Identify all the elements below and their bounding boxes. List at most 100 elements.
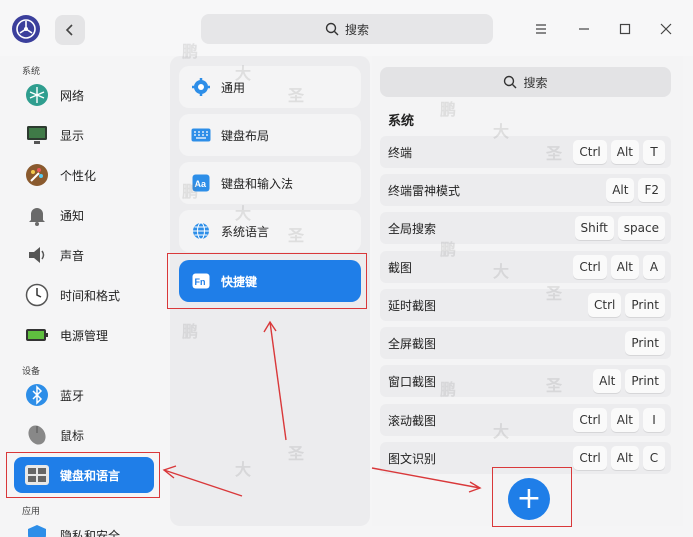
sidebar-item-privacy[interactable]: 隐私和安全 [14, 517, 154, 537]
sidebar-item-power[interactable]: 电源管理 [14, 317, 154, 353]
maximize-icon [619, 23, 631, 35]
watermark-text: 大 [493, 422, 510, 441]
shortcut-row[interactable]: 滚动截图 Ctrl Alt I [380, 404, 671, 436]
shortcut-search-input[interactable]: 搜索 [380, 67, 671, 97]
shortcut-key: F2 [638, 178, 665, 202]
display-icon [24, 122, 50, 148]
sidebar-item-label: 网络 [60, 88, 85, 103]
shortcut-key: Alt [593, 369, 622, 393]
shortcut-key: Alt [610, 140, 639, 164]
watermark-text: 大 [235, 64, 252, 83]
shortcut-key: Print [625, 293, 665, 317]
annotation-box-add [492, 467, 572, 527]
sidebar-item-network[interactable]: 网络 [14, 77, 154, 113]
shortcut-label: 全屏截图 [388, 336, 437, 351]
shortcut-key: Alt [610, 446, 639, 470]
mid-item-keyboard-layout[interactable]: 键盘布局 [179, 114, 361, 156]
watermark-text: 圣 [288, 444, 305, 463]
shortcut-row[interactable]: 全局搜索 Shift space [380, 212, 671, 244]
menu-button[interactable] [528, 16, 554, 42]
sidebar-item-label: 蓝牙 [60, 388, 85, 403]
gear-icon [191, 77, 211, 97]
shortcut-row[interactable]: 截图 Ctrl Alt A [380, 251, 671, 283]
watermark-text: 鹏 [440, 100, 457, 119]
sidebar-item-mouse[interactable]: 鼠标 [14, 417, 154, 453]
sidebar-section-system: 系统 [22, 67, 41, 77]
bell-icon [24, 202, 50, 228]
watermark-text: 圣 [546, 284, 563, 303]
mid-item-input-method[interactable]: Aa 键盘和输入法 [179, 162, 361, 204]
watermark-text: 鹏 [182, 322, 199, 341]
shortcut-label: 窗口截图 [388, 374, 437, 389]
watermark-text: 鹏 [440, 380, 457, 399]
sidebar-item-label: 电源管理 [60, 328, 109, 343]
shortcut-key: Alt [606, 178, 635, 202]
maximize-button[interactable] [612, 16, 638, 42]
shortcut-key: Alt [610, 408, 639, 432]
watermark-text: 圣 [288, 226, 305, 245]
bluetooth-icon [24, 382, 50, 408]
mid-item-label: 键盘和输入法 [221, 176, 294, 191]
shortcut-key: Print [625, 331, 665, 355]
shortcut-key: T [643, 140, 665, 164]
sidebar-item-label: 时间和格式 [60, 288, 121, 303]
speaker-icon [24, 242, 50, 268]
sidebar-item-bluetooth[interactable]: 蓝牙 [14, 377, 154, 413]
shortcut-row[interactable]: 窗口截图 Alt Print [380, 365, 671, 397]
sidebar-item-sound[interactable]: 声音 [14, 237, 154, 273]
mid-item-general[interactable]: 通用 [179, 66, 361, 108]
shortcut-search-label: 搜索 [523, 75, 548, 90]
network-icon [24, 82, 50, 108]
sidebar-item-label: 声音 [60, 248, 85, 263]
shortcut-label: 滚动截图 [388, 413, 437, 428]
globe-icon [191, 221, 211, 241]
close-button[interactable] [653, 16, 679, 42]
watermark-text: 圣 [288, 86, 305, 105]
sidebar-item-notification[interactable]: 通知 [14, 197, 154, 233]
sidebar-item-label: 通知 [60, 208, 85, 223]
shield-icon [24, 522, 50, 537]
title-bar: 搜索 [0, 0, 693, 56]
sidebar-section-devices: 设备 [22, 367, 41, 377]
app-logo-icon [12, 15, 40, 43]
shortcut-key: Ctrl [573, 140, 607, 164]
watermark-text: 圣 [546, 144, 563, 163]
shortcut-row[interactable]: 终端雷神模式 Alt F2 [380, 174, 671, 206]
shortcut-key: Ctrl [588, 293, 622, 317]
shortcut-key: space [617, 216, 665, 240]
sidebar-item-personalization[interactable]: 个性化 [14, 157, 154, 193]
shortcut-row[interactable]: 延时截图 Ctrl Print [380, 289, 671, 321]
sidebar-section-apps: 应用 [22, 507, 41, 517]
annotation-box-sidebar [6, 452, 160, 498]
watermark-text: 大 [235, 460, 252, 479]
shortcut-label: 全局搜索 [388, 221, 437, 236]
shortcut-key: Ctrl [573, 408, 607, 432]
minimize-button[interactable] [571, 16, 597, 42]
sidebar-item-label: 显示 [60, 128, 85, 143]
shortcut-key: C [643, 446, 665, 470]
sidebar-item-display[interactable]: 显示 [14, 117, 154, 153]
personalization-icon [24, 162, 50, 188]
shortcut-row[interactable]: 终端 Ctrl Alt T [380, 136, 671, 168]
watermark-text: 圣 [546, 376, 563, 395]
sidebar-item-datetime[interactable]: 时间和格式 [14, 277, 154, 313]
search-icon [504, 75, 517, 89]
title-search-input[interactable]: 搜索 [201, 14, 493, 44]
back-button[interactable] [55, 15, 85, 45]
shortcut-row[interactable]: 全屏截图 Print [380, 327, 671, 359]
watermark-text: 大 [235, 204, 252, 223]
shortcut-label: 图文识别 [388, 451, 437, 466]
watermark-text: 鹏 [440, 240, 457, 259]
battery-icon [24, 322, 50, 348]
shortcut-key: Print [625, 369, 665, 393]
shortcut-key: Ctrl [573, 446, 607, 470]
mid-item-system-language[interactable]: 系统语言 [179, 210, 361, 252]
mid-item-label: 键盘布局 [221, 128, 270, 143]
watermark-text: 大 [493, 122, 510, 141]
shortcut-key: A [643, 255, 665, 279]
sidebar-item-label: 个性化 [60, 168, 97, 183]
shortcut-label: 截图 [388, 260, 413, 275]
menu-icon [536, 24, 546, 34]
watermark-text: 大 [493, 262, 510, 281]
shortcut-label: 终端雷神模式 [388, 183, 461, 198]
